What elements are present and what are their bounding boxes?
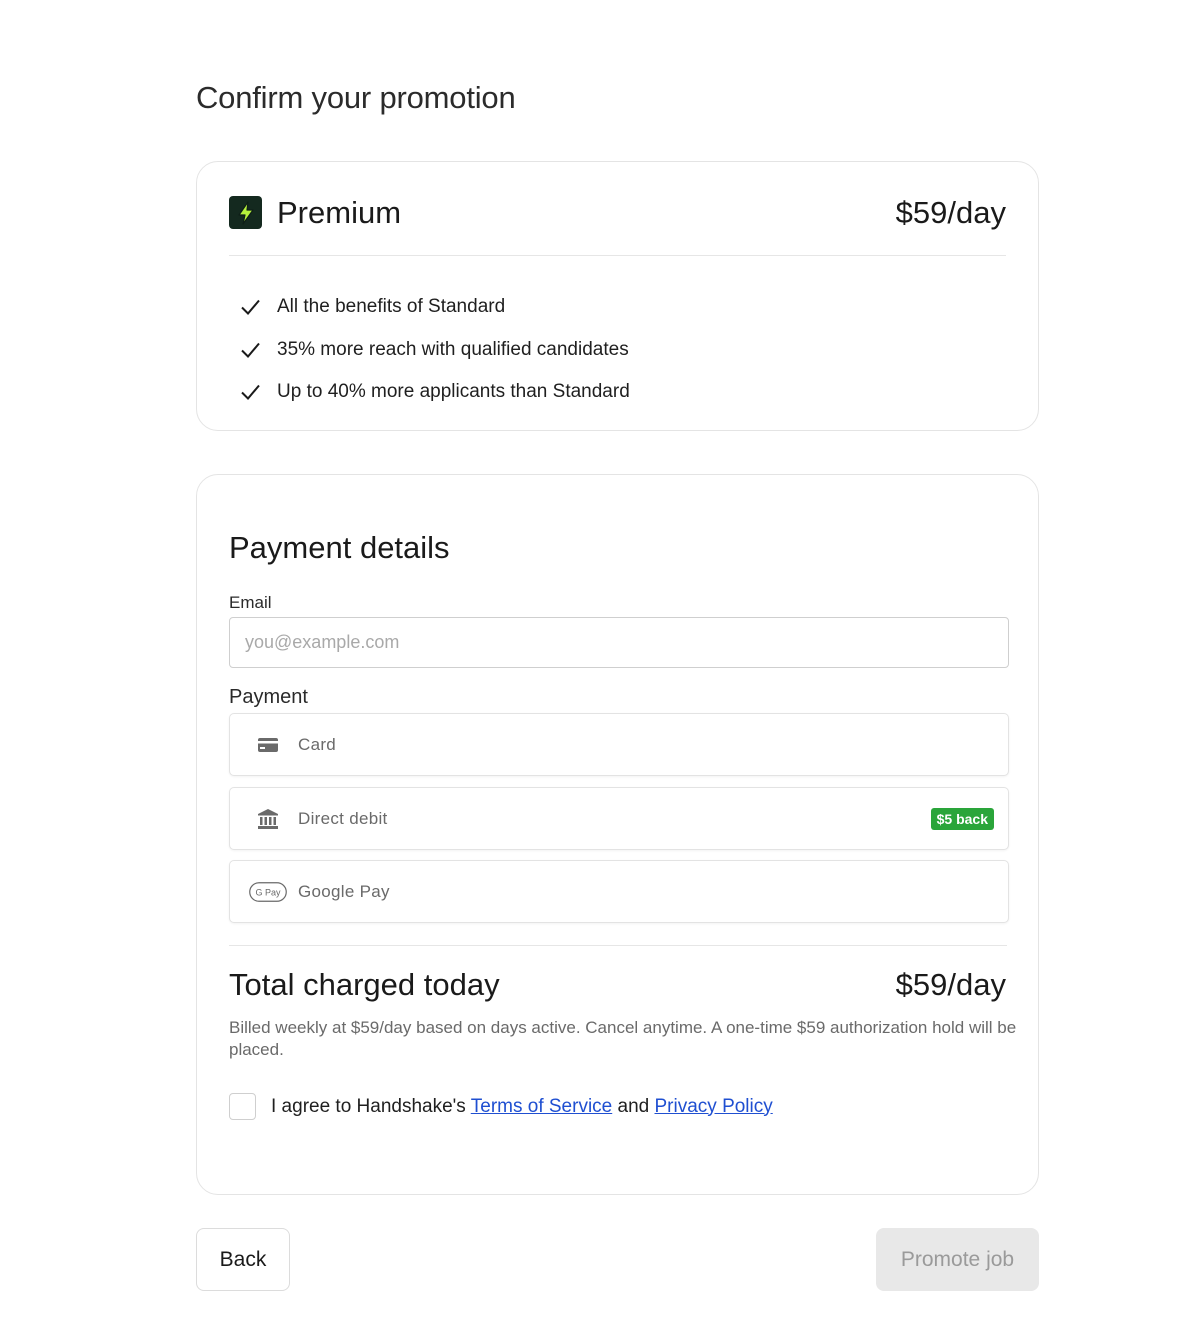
- benefits-list: All the benefits of Standard 35% more re…: [239, 286, 630, 414]
- payment-title: Payment details: [229, 530, 450, 565]
- total-label: Total charged today: [229, 967, 500, 1002]
- page-title: Confirm your promotion: [196, 80, 516, 115]
- plan-price: $59/day: [895, 195, 1006, 230]
- payment-label: Payment: [229, 686, 308, 708]
- plan-header: Premium $59/day: [229, 196, 1006, 256]
- google-pay-icon-text: G Pay: [255, 887, 281, 897]
- benefit-text: Up to 40% more applicants than Standard: [277, 381, 630, 403]
- cashback-badge: $5 back: [930, 808, 994, 830]
- payment-method-card[interactable]: Card: [229, 713, 1009, 776]
- terms-agreement: I agree to Handshake's Terms of Service …: [229, 1093, 773, 1120]
- email-label: Email: [229, 593, 272, 612]
- plan-name: Premium: [277, 195, 402, 230]
- payment-method-google-pay[interactable]: G Pay Google Pay: [229, 860, 1009, 923]
- lightning-bolt-icon: [229, 196, 262, 229]
- benefit-text: 35% more reach with qualified candidates: [277, 338, 629, 360]
- benefit-item: Up to 40% more applicants than Standard: [239, 371, 630, 414]
- billing-note: Billed weekly at $59/day based on days a…: [229, 1018, 1017, 1059]
- plan-card: Premium $59/day All the benefits of Stan…: [196, 161, 1039, 431]
- benefit-text: All the benefits of Standard: [277, 296, 506, 318]
- email-input[interactable]: [229, 617, 1009, 668]
- total-price: $59/day: [895, 967, 1006, 1002]
- payment-card: Payment details Email Payment Card Direc…: [196, 474, 1039, 1195]
- back-button[interactable]: Back: [196, 1228, 290, 1291]
- promote-job-button[interactable]: Promote job: [876, 1228, 1039, 1291]
- payment-method-label: Google Pay: [298, 881, 390, 901]
- divider: [229, 945, 1007, 946]
- checkmark-icon: [241, 385, 260, 401]
- payment-method-label: Direct debit: [298, 808, 388, 828]
- google-pay-icon: G Pay: [248, 881, 288, 902]
- terms-checkbox[interactable]: [229, 1093, 256, 1120]
- privacy-policy-link[interactable]: Privacy Policy: [655, 1096, 773, 1117]
- terms-prefix: I agree to Handshake's: [271, 1095, 471, 1117]
- benefit-item: 35% more reach with qualified candidates: [239, 329, 630, 372]
- terms-and: and: [612, 1095, 655, 1117]
- benefit-item: All the benefits of Standard: [239, 286, 630, 329]
- payment-method-direct-debit[interactable]: Direct debit $5 back: [229, 787, 1009, 850]
- bank-icon: [248, 808, 288, 830]
- terms-text: I agree to Handshake's Terms of Service …: [271, 1096, 773, 1118]
- credit-card-icon: [248, 737, 288, 753]
- payment-method-label: Card: [298, 734, 337, 754]
- checkmark-icon: [241, 342, 260, 358]
- checkmark-icon: [241, 300, 260, 316]
- terms-of-service-link[interactable]: Terms of Service: [471, 1096, 612, 1117]
